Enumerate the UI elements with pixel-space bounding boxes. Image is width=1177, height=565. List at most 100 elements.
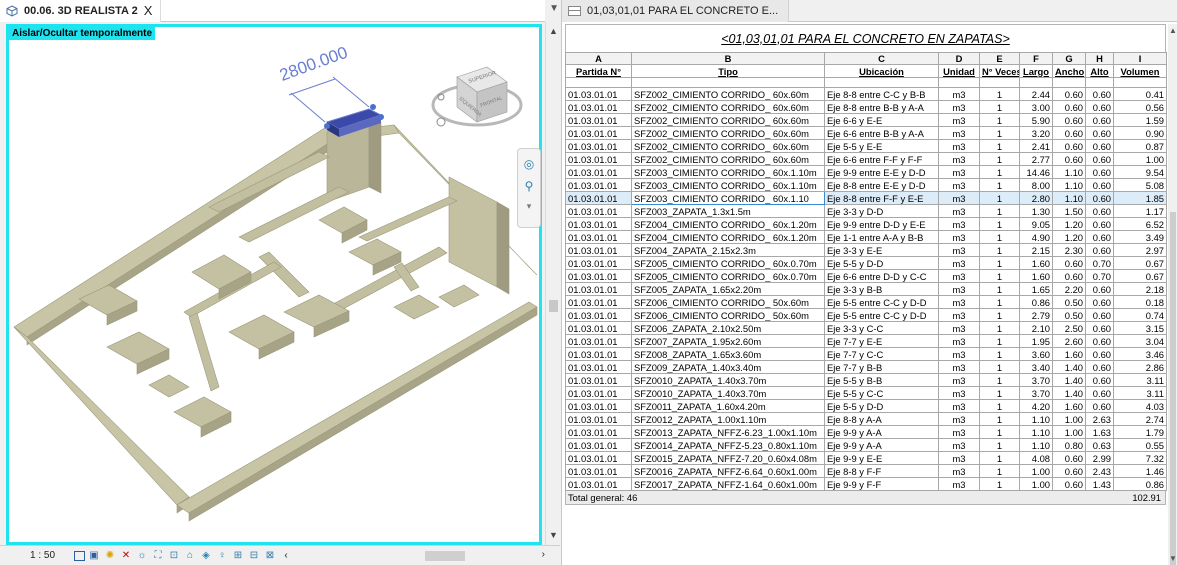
table-cell[interactable]: m3	[938, 477, 980, 491]
table-cell[interactable]: Eje 7-7 y B-B	[824, 360, 939, 374]
table-cell[interactable]: 1.30	[1019, 204, 1053, 218]
3d-model-canvas[interactable]: SUPERIOR IZQUIERDA FRONTAL	[9, 27, 539, 542]
3d-viewport[interactable]: Aislar/Ocultar temporalmente SUPERIOR IZ…	[6, 24, 542, 545]
table-cell[interactable]: 0.60	[1052, 126, 1086, 140]
table-cell[interactable]: 01.03.01.01	[565, 256, 632, 270]
viewcube-compass-icon[interactable]	[436, 117, 446, 127]
table-cell[interactable]: 3.70	[1019, 373, 1053, 387]
table-cell[interactable]: Eje 9-9 y A-A	[824, 438, 939, 452]
table-cell[interactable]: m3	[938, 373, 980, 387]
table-cell[interactable]: SFZ0017_ZAPATA_NFFZ-1.64_0.60x1.00m	[631, 477, 825, 491]
table-cell[interactable]: m3	[938, 360, 980, 374]
column-header[interactable]: Alto	[1085, 64, 1114, 78]
detail-level-icon[interactable]	[74, 550, 85, 561]
table-cell[interactable]: SFZ002_CIMIENTO CORRIDO_ 60x.60m	[631, 100, 825, 114]
sun-path-icon[interactable]: ✺	[103, 549, 117, 563]
table-cell[interactable]: m3	[938, 386, 980, 400]
table-row[interactable]: 01.03.01.01 SFZ004_CIMIENTO CORRIDO_ 60x.…	[565, 230, 1167, 244]
table-cell[interactable]: 1	[979, 282, 1020, 296]
table-cell[interactable]: 01.03.01.01	[565, 477, 632, 491]
table-row[interactable]: 01.03.01.01 SFZ0017_ZAPATA_NFFZ-1.64_0.60…	[565, 477, 1167, 491]
table-cell[interactable]: 3.11	[1113, 386, 1167, 400]
table-cell[interactable]: 0.60	[1085, 295, 1114, 309]
close-icon[interactable]: X	[144, 3, 153, 18]
table-cell[interactable]: 1.60	[1052, 399, 1086, 413]
table-cell[interactable]: 2.30	[1052, 243, 1086, 257]
table-cell[interactable]: m3	[938, 230, 980, 244]
scroll-thumb[interactable]	[1170, 212, 1176, 565]
table-row[interactable]: 01.03.01.01 SFZ003_CIMIENTO CORRIDO_ 60x.…	[565, 165, 1167, 179]
table-cell[interactable]: 1	[979, 321, 1020, 335]
table-cell[interactable]: SFZ003_CIMIENTO CORRIDO_ 60x.1.10m	[631, 178, 825, 192]
grip-handle[interactable]	[378, 114, 384, 120]
table-cell[interactable]: 0.60	[1085, 165, 1114, 179]
table-cell[interactable]: 1	[979, 295, 1020, 309]
table-cell[interactable]: 1.60	[1019, 256, 1053, 270]
column-letter[interactable]: B	[631, 52, 825, 65]
table-cell[interactable]: 0.67	[1113, 256, 1167, 270]
table-row[interactable]: 01.03.01.01 SFZ004_ZAPATA_2.15x2.3m Eje 3-…	[565, 243, 1167, 257]
table-cell[interactable]: 0.60	[1085, 217, 1114, 231]
table-cell[interactable]: m3	[938, 256, 980, 270]
table-cell[interactable]: 01.03.01.01	[565, 139, 632, 153]
table-cell[interactable]: 2.15	[1019, 243, 1053, 257]
reveal-hidden-icon[interactable]: ♀	[215, 549, 229, 563]
table-cell[interactable]: 0.60	[1085, 87, 1114, 101]
column-letter[interactable]: I	[1113, 52, 1167, 65]
table-cell[interactable]: SFZ003_CIMIENTO CORRIDO_ 60x.1.10m	[631, 165, 825, 179]
table-cell[interactable]: 1.20	[1052, 230, 1086, 244]
table-cell[interactable]: 1	[979, 191, 1020, 205]
table-row[interactable]: 01.03.01.01 SFZ0010_ZAPATA_1.40x3.70m Eje …	[565, 386, 1167, 400]
table-cell[interactable]: Eje 8-8 entre E-E y D-D	[824, 178, 939, 192]
table-cell[interactable]: SFZ0010_ZAPATA_1.40x3.70m	[631, 386, 825, 400]
table-cell[interactable]: SFZ008_ZAPATA_1.65x3.60m	[631, 347, 825, 361]
table-cell[interactable]: 0.60	[1052, 87, 1086, 101]
table-cell[interactable]: 2.43	[1085, 464, 1114, 478]
table-cell[interactable]: m3	[938, 165, 980, 179]
column-letter[interactable]: D	[938, 52, 980, 65]
table-cell[interactable]: 1	[979, 347, 1020, 361]
table-cell[interactable]: Eje 8-8 entre F-F y E-E	[824, 191, 939, 205]
table-cell[interactable]: 1	[979, 464, 1020, 478]
analytical-model-icon[interactable]: ⊟	[247, 549, 261, 563]
table-cell[interactable]: Eje 3-3 y B-B	[824, 282, 939, 296]
table-cell[interactable]: 1.10	[1052, 165, 1086, 179]
table-cell[interactable]: 01.03.01.01	[565, 373, 632, 387]
table-row[interactable]: 01.03.01.01 SFZ002_CIMIENTO CORRIDO_ 60x.…	[565, 139, 1167, 153]
table-cell[interactable]: 0.90	[1113, 126, 1167, 140]
table-cell[interactable]: 1	[979, 477, 1020, 491]
table-cell[interactable]: 0.67	[1113, 269, 1167, 283]
table-cell[interactable]: 0.60	[1052, 451, 1086, 465]
table-cell[interactable]: SFZ002_CIMIENTO CORRIDO_ 60x.60m	[631, 113, 825, 127]
table-cell[interactable]: 01.03.01.01	[565, 425, 632, 439]
table-cell[interactable]: m3	[938, 217, 980, 231]
table-cell[interactable]: 01.03.01.01	[565, 113, 632, 127]
table-cell[interactable]: SFZ002_CIMIENTO CORRIDO_ 60x.60m	[631, 126, 825, 140]
table-cell[interactable]: 0.60	[1085, 100, 1114, 114]
table-cell[interactable]: SFZ0010_ZAPATA_1.40x3.70m	[631, 373, 825, 387]
table-cell[interactable]: 3.15	[1113, 321, 1167, 335]
table-cell[interactable]: 2.97	[1113, 243, 1167, 257]
table-cell[interactable]: 3.00	[1019, 100, 1053, 114]
column-letter[interactable]: E	[979, 52, 1020, 65]
table-cell[interactable]: 0.60	[1085, 334, 1114, 348]
table-cell[interactable]: 1.00	[1113, 152, 1167, 166]
table-cell[interactable]: 1.59	[1113, 113, 1167, 127]
table-cell[interactable]: 0.60	[1085, 399, 1114, 413]
table-cell[interactable]: 3.60	[1019, 347, 1053, 361]
table-cell[interactable]: 0.60	[1085, 243, 1114, 257]
table-cell[interactable]: SFZ003_ZAPATA_1.3x1.5m	[631, 204, 825, 218]
table-cell[interactable]: 01.03.01.01	[565, 386, 632, 400]
table-cell[interactable]: 0.60	[1085, 282, 1114, 296]
table-cell[interactable]: 9.54	[1113, 165, 1167, 179]
table-cell[interactable]: 1	[979, 165, 1020, 179]
column-letter[interactable]: F	[1019, 52, 1053, 65]
table-cell[interactable]: SFZ0011_ZAPATA_1.60x4.20m	[631, 399, 825, 413]
table-cell[interactable]: m3	[938, 451, 980, 465]
table-cell[interactable]: 0.74	[1113, 308, 1167, 322]
column-header[interactable]: Ubicación	[824, 64, 939, 78]
table-cell[interactable]: 5.90	[1019, 113, 1053, 127]
table-cell[interactable]: 1.40	[1052, 373, 1086, 387]
table-cell[interactable]: 3.49	[1113, 230, 1167, 244]
table-cell[interactable]: 0.60	[1085, 373, 1114, 387]
